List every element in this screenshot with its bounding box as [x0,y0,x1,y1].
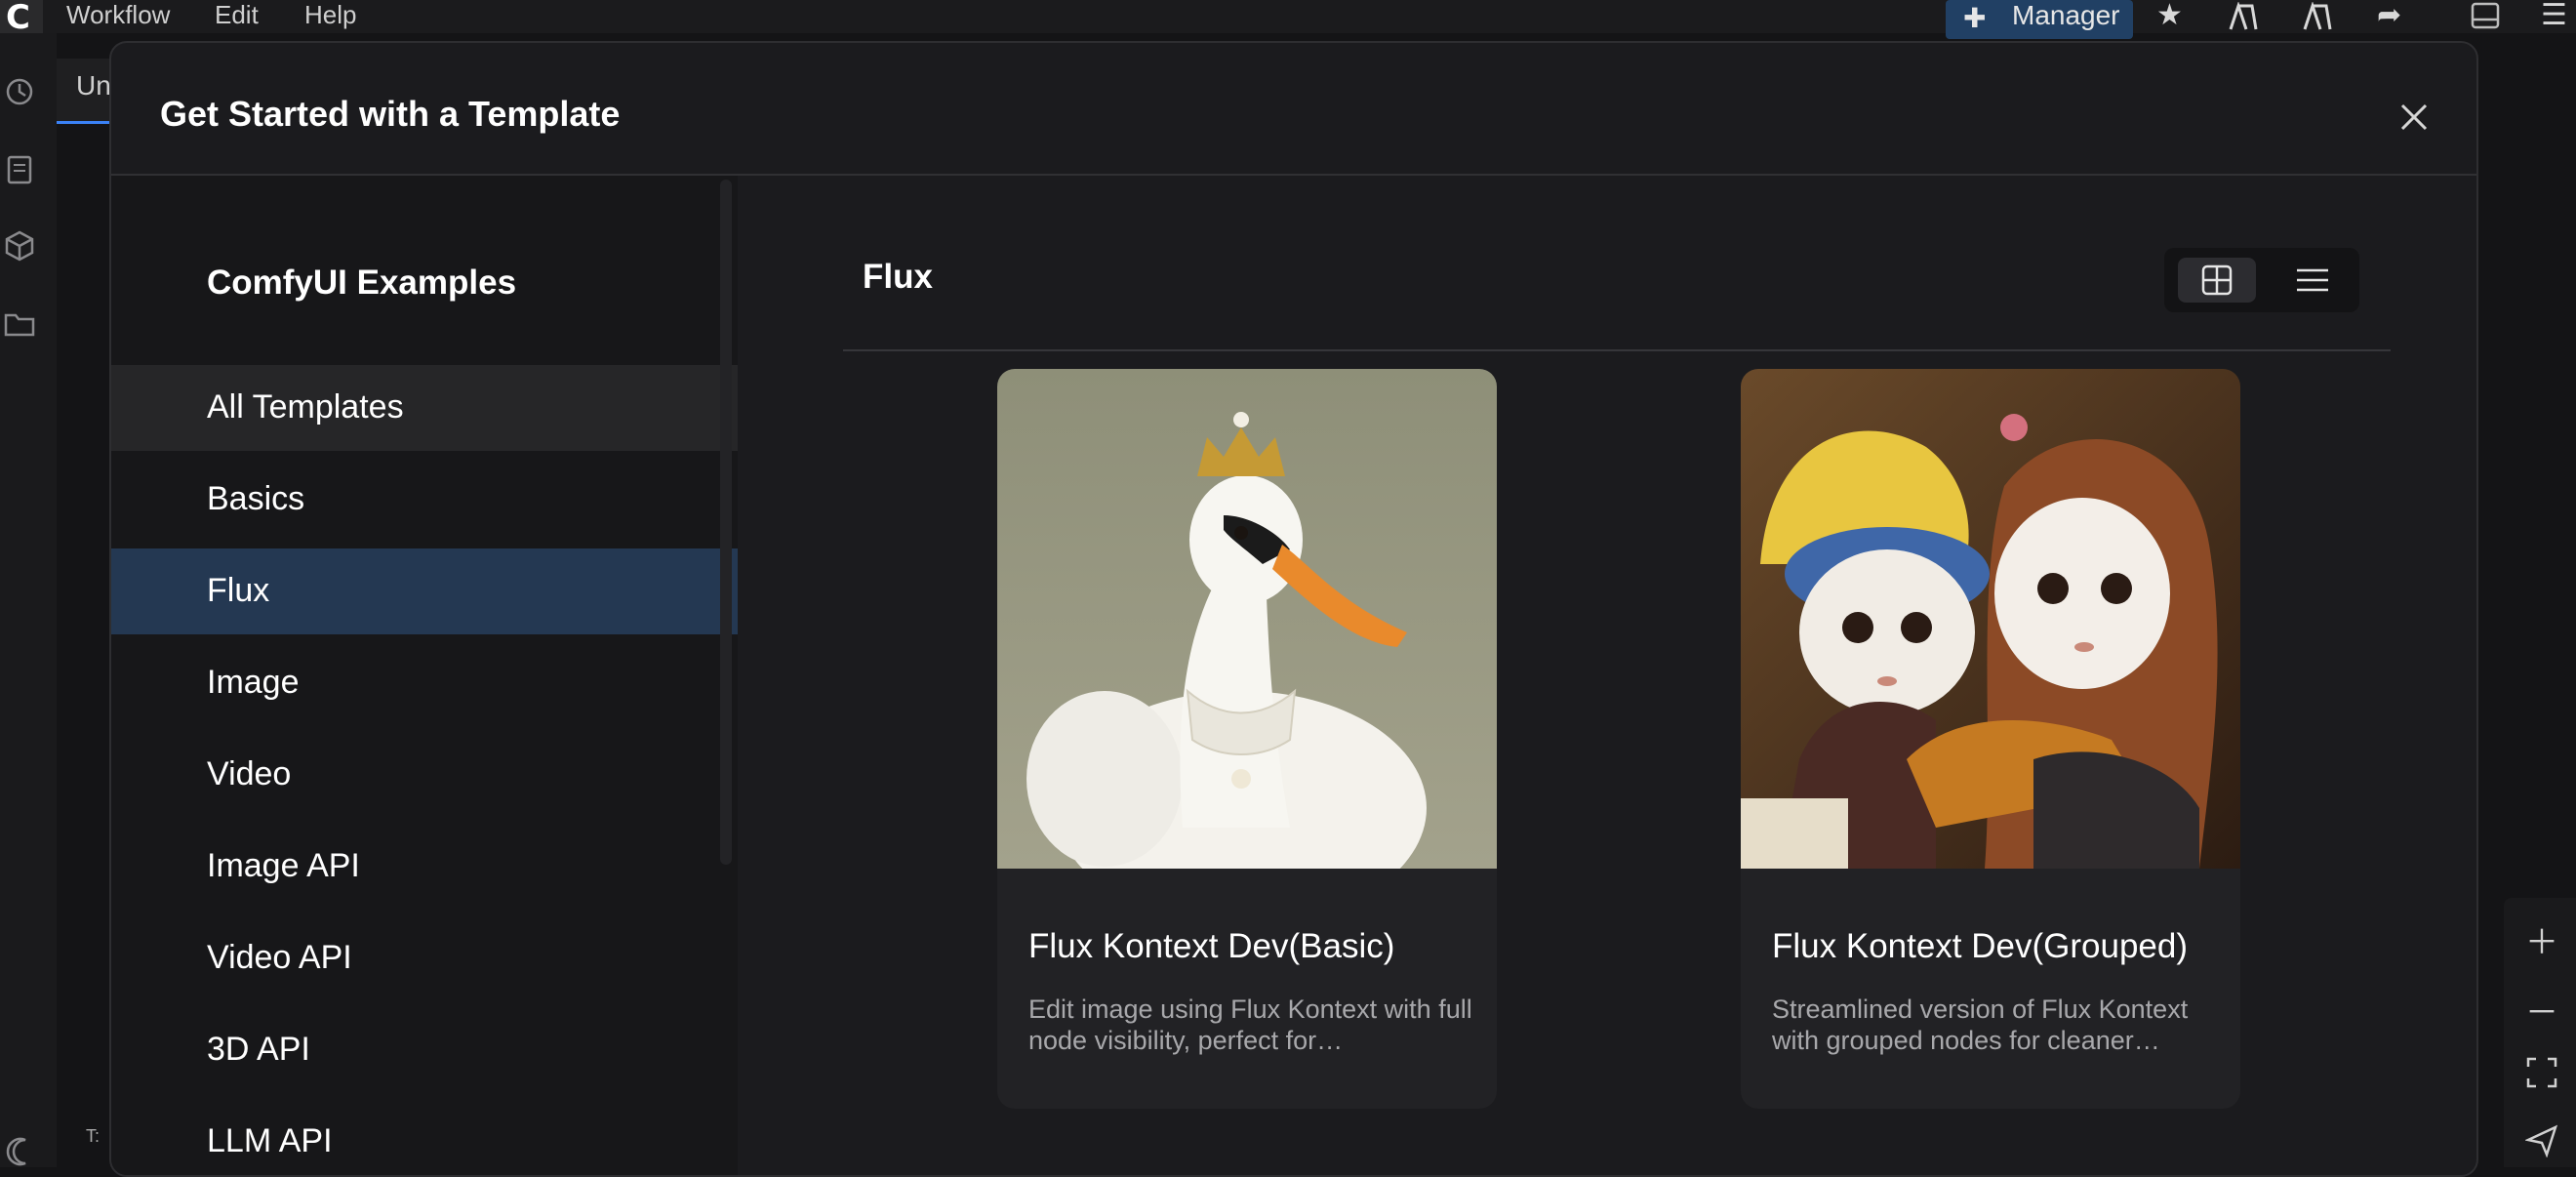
category-title: Flux [863,258,933,296]
template-card[interactable]: Flux Kontext Dev(Basic) Edit image using… [997,369,1497,1109]
sidebar-item-label: Basics [207,480,305,517]
status-text: T: [86,1126,101,1146]
sidebar-item-label: Video [207,755,292,792]
left-rail [0,33,57,1167]
sidebar-title: ComfyUI Examples [207,264,517,302]
list-icon [2297,268,2328,292]
menu-help[interactable]: Help [304,0,356,29]
zoom-in-icon[interactable]: ＋ [2525,915,2558,963]
sidebar-item-label: Image API [207,847,360,884]
sidebar-item-label: 3D API [207,1031,310,1068]
share-icon[interactable]: ➦ [2377,0,2401,31]
manager-button[interactable]: ✚ Manager [1946,0,2133,39]
comfyui-logo[interactable]: C [0,0,43,37]
model-alt-icon[interactable] [2301,2,2334,31]
sidebar-item-flux[interactable]: Flux [111,548,738,634]
sidebar-scrollbar[interactable] [720,180,732,865]
sidebar-item-video[interactable]: Video [111,732,738,818]
list-view-button[interactable] [2274,258,2352,303]
sidebar-item-video-api[interactable]: Video API [111,915,738,1001]
puzzle-icon: ✚ [1963,3,1987,33]
moon-icon[interactable] [2,1134,37,1169]
close-icon[interactable] [2393,96,2435,139]
template-thumbnail-dolls [1741,369,2240,869]
template-card-description: Streamlined version of Flux Kontext with… [1772,994,2189,1055]
folder-icon[interactable] [2,306,37,342]
sidebar-item-image-api[interactable]: Image API [111,824,738,910]
workflow-tab-label: Un [76,70,111,101]
content-divider [843,349,2391,351]
hamburger-menu-icon[interactable]: ☰ [2541,0,2567,31]
template-thumbnail-swan [997,369,1497,869]
sidebar-item-3d-api[interactable]: 3D API [111,1007,738,1093]
template-card[interactable]: Flux Kontext Dev(Grouped) Streamlined ve… [1741,369,2240,1109]
canvas-tools: ＋ － [2504,898,2576,1167]
model-icon[interactable] [2227,2,2260,31]
sidebar-item-label: LLM API [207,1122,333,1159]
sidebar-item-llm-api[interactable]: LLM API [111,1099,738,1175]
template-content: Flux Flux Kontext Dev(Basic) Edit image … [738,176,2476,1175]
zoom-out-icon[interactable]: － [2525,986,2558,1034]
template-card-title: Flux Kontext Dev(Basic) [1028,927,1395,965]
manager-label: Manager [2012,0,2120,30]
menubar: C Workflow Edit Help ✚ Manager ★ ➦ ☰ [0,0,2576,39]
menu-edit[interactable]: Edit [215,0,259,29]
sidebar-item-basics[interactable]: Basics [111,457,738,543]
template-sidebar: ComfyUI Examples All Templates Basics Fl… [111,176,738,1175]
queue-icon[interactable] [2,152,37,187]
template-card-title: Flux Kontext Dev(Grouped) [1772,927,2189,965]
grid-icon [2201,264,2233,296]
view-toggle [2164,248,2359,312]
template-dialog: Get Started with a Template ComfyUI Exam… [109,41,2478,1177]
panel-toggle-icon[interactable] [2471,2,2500,29]
dialog-title: Get Started with a Template [160,94,621,134]
sidebar-item-label: Video API [207,939,352,976]
fit-view-icon[interactable] [2525,1056,2558,1089]
star-icon[interactable]: ★ [2156,0,2183,31]
sidebar-item-all-templates[interactable]: All Templates [111,365,738,451]
sidebar-item-label: All Templates [207,388,404,426]
sidebar-item-label: Image [207,664,300,701]
sidebar-item-label: Flux [207,572,270,609]
menu-workflow[interactable]: Workflow [66,0,170,29]
sidebar-item-image[interactable]: Image [111,640,738,726]
cube-icon[interactable] [2,228,37,264]
grid-view-button[interactable] [2178,258,2256,303]
template-card-description: Edit image using Flux Kontext with full … [1028,994,1472,1055]
history-icon[interactable] [2,74,37,109]
send-icon[interactable] [2525,1124,2558,1157]
